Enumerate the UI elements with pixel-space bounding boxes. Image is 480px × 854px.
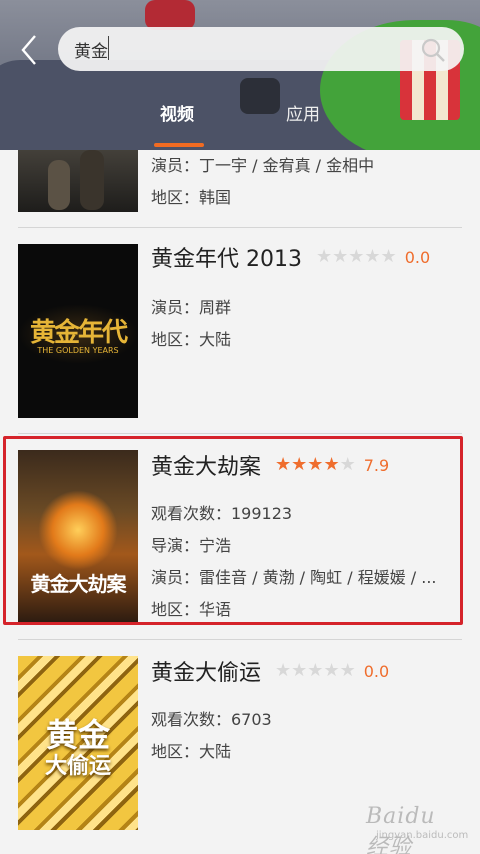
header: 黄金 视频 应用	[0, 0, 480, 150]
bowtie-illustration	[145, 0, 195, 30]
list-item[interactable]: 演员：丁一宇 / 金宥真 / 金相中 地区：韩国	[18, 150, 462, 212]
back-button[interactable]	[14, 30, 44, 70]
baidu-jingyan-watermark: Baidu经验 jingyan.baidu.com	[360, 798, 468, 854]
search-query: 黄金	[74, 42, 108, 62]
list-item[interactable]: 黄金年代 THE GOLDEN YEARS 黄金年代 2013 ★ ★ ★ ★ ★ 0.…	[18, 244, 462, 418]
title-row: 黄金大偷运 ★ ★ ★ ★ ★ 0.0	[151, 656, 389, 686]
region-text: 地区：华语	[151, 600, 232, 619]
tab-video[interactable]: 视频	[160, 100, 194, 125]
list-item[interactable]: 黄金大劫案 黄金大劫案 ★ ★ ★ ★ ★ 7.9 观看次数：199123 导演：宁浩 …	[18, 450, 462, 624]
title-row: 黄金年代 2013 ★ ★ ★ ★ ★ 0.0	[151, 242, 430, 272]
back-arrow-icon	[21, 35, 36, 65]
star-icon: ★	[291, 454, 308, 475]
divider	[18, 227, 462, 228]
divider	[18, 433, 462, 434]
region-text: 地区：韩国	[151, 188, 232, 207]
star-icon: ★	[339, 660, 356, 681]
region-text: 地区：大陆	[151, 742, 232, 761]
poster-title-line2: 大偷运	[44, 754, 111, 779]
view-count-text: 观看次数：199123	[151, 504, 293, 523]
movie-poster: 黄金年代 THE GOLDEN YEARS	[18, 244, 138, 418]
poster-title: 黄金年代	[29, 318, 128, 348]
star-rating: ★ ★ ★ ★ ★	[275, 456, 356, 474]
watermark-sub: jingyan.baidu.com	[376, 830, 469, 841]
star-icon: ★	[348, 246, 365, 267]
rating-score: 7.9	[363, 455, 390, 475]
search-input[interactable]: 黄金	[58, 27, 464, 71]
movie-poster	[18, 150, 138, 212]
star-icon: ★	[315, 246, 333, 267]
rating-score: 0.0	[404, 247, 431, 267]
region-text: 地区：大陆	[151, 330, 232, 349]
star-icon: ★	[307, 454, 324, 475]
active-tab-indicator	[154, 143, 204, 147]
search-icon[interactable]	[420, 37, 446, 63]
movie-title[interactable]: 黄金大偷运	[151, 655, 261, 687]
remote-illustration	[240, 78, 280, 114]
actors-text: 演员：周群	[151, 298, 232, 317]
results-list[interactable]: 演员：丁一宇 / 金宥真 / 金相中 地区：韩国 黄金年代 THE GOLDEN…	[0, 150, 480, 854]
star-icon: ★	[307, 660, 324, 681]
title-row: 黄金大劫案 ★ ★ ★ ★ ★ 7.9	[151, 450, 389, 480]
star-icon: ★	[364, 246, 381, 267]
star-icon: ★	[323, 454, 340, 475]
movie-title[interactable]: 黄金年代 2013	[151, 241, 302, 273]
star-rating: ★ ★ ★ ★ ★	[316, 248, 397, 266]
star-icon: ★	[339, 454, 356, 475]
star-icon: ★	[332, 246, 349, 267]
watermark-main: Baidu经验	[366, 804, 436, 854]
view-count-text: 观看次数：6703	[151, 710, 272, 729]
actors-text: 演员：丁一宇 / 金宥真 / 金相中	[151, 156, 375, 175]
star-rating: ★ ★ ★ ★ ★	[275, 662, 356, 680]
divider	[18, 639, 462, 640]
movie-title[interactable]: 黄金大劫案	[151, 449, 261, 481]
star-icon: ★	[275, 454, 292, 475]
tab-apps[interactable]: 应用	[286, 100, 320, 125]
movie-poster: 黄金 大偷运	[18, 656, 138, 830]
text-caret	[108, 36, 109, 60]
star-icon: ★	[291, 660, 308, 681]
actors-text: 演员：雷佳音 / 黄渤 / 陶虹 / 程媛媛 / ...	[151, 568, 437, 587]
movie-poster: 黄金大劫案	[18, 450, 138, 624]
poster-title: 黄金大劫案	[30, 572, 127, 596]
poster-subtitle: THE GOLDEN YEARS	[37, 346, 119, 355]
star-icon: ★	[380, 246, 397, 267]
director-text: 导演：宁浩	[151, 536, 232, 555]
star-icon: ★	[275, 660, 292, 681]
star-icon: ★	[323, 660, 340, 681]
rating-score: 0.0	[363, 661, 390, 681]
